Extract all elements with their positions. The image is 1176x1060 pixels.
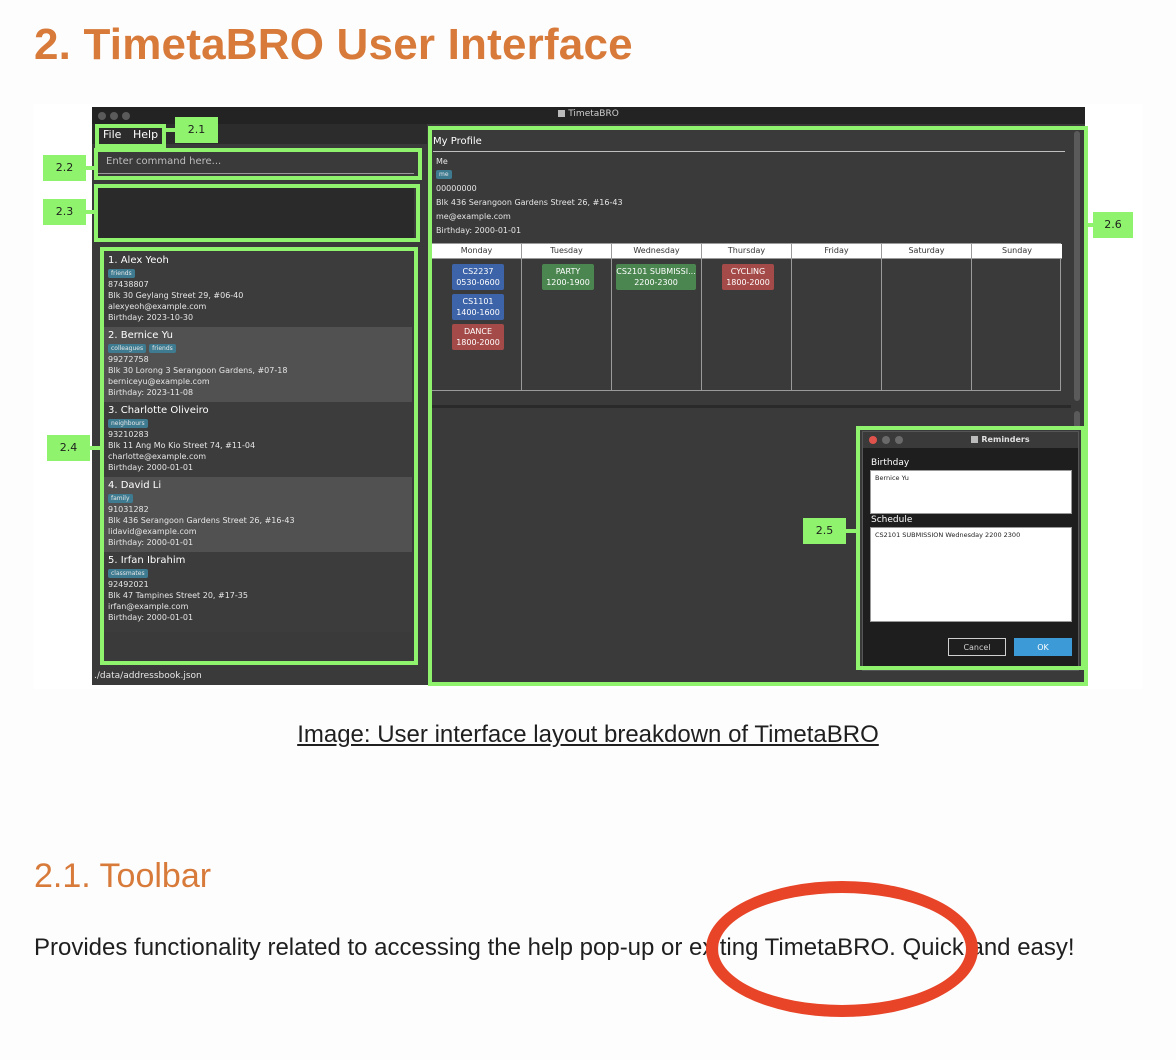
highlight-2-1 bbox=[95, 124, 166, 148]
status-bar: ./data/addressbook.json bbox=[94, 671, 202, 681]
connector-2-4 bbox=[90, 446, 101, 450]
callout-2-2: 2.2 bbox=[43, 155, 86, 181]
connector-2-1 bbox=[166, 128, 175, 132]
connector-2-2 bbox=[86, 166, 95, 170]
section-heading: 2.1. Toolbar bbox=[34, 857, 212, 895]
highlight-2-2 bbox=[94, 148, 422, 180]
callout-2-5: 2.5 bbox=[803, 518, 846, 544]
app-title: TimetaBRO bbox=[92, 109, 1085, 119]
callout-2-1: 2.1 bbox=[175, 117, 218, 143]
connector-2-3 bbox=[86, 210, 95, 214]
highlight-2-4 bbox=[100, 247, 418, 665]
figure-caption[interactable]: Image: User interface layout breakdown o… bbox=[0, 721, 1176, 749]
app-icon bbox=[558, 110, 566, 117]
callout-2-4: 2.4 bbox=[47, 435, 90, 461]
title-bar: TimetaBRO bbox=[92, 107, 1085, 124]
highlight-2-3 bbox=[94, 184, 420, 242]
callout-2-6: 2.6 bbox=[1093, 212, 1133, 238]
callout-2-3: 2.3 bbox=[43, 199, 86, 225]
connector-2-5 bbox=[846, 529, 857, 533]
red-annotation-circle bbox=[706, 881, 978, 1017]
highlight-2-5 bbox=[856, 426, 1085, 670]
page-heading: 2. TimetaBRO User Interface bbox=[34, 20, 633, 69]
